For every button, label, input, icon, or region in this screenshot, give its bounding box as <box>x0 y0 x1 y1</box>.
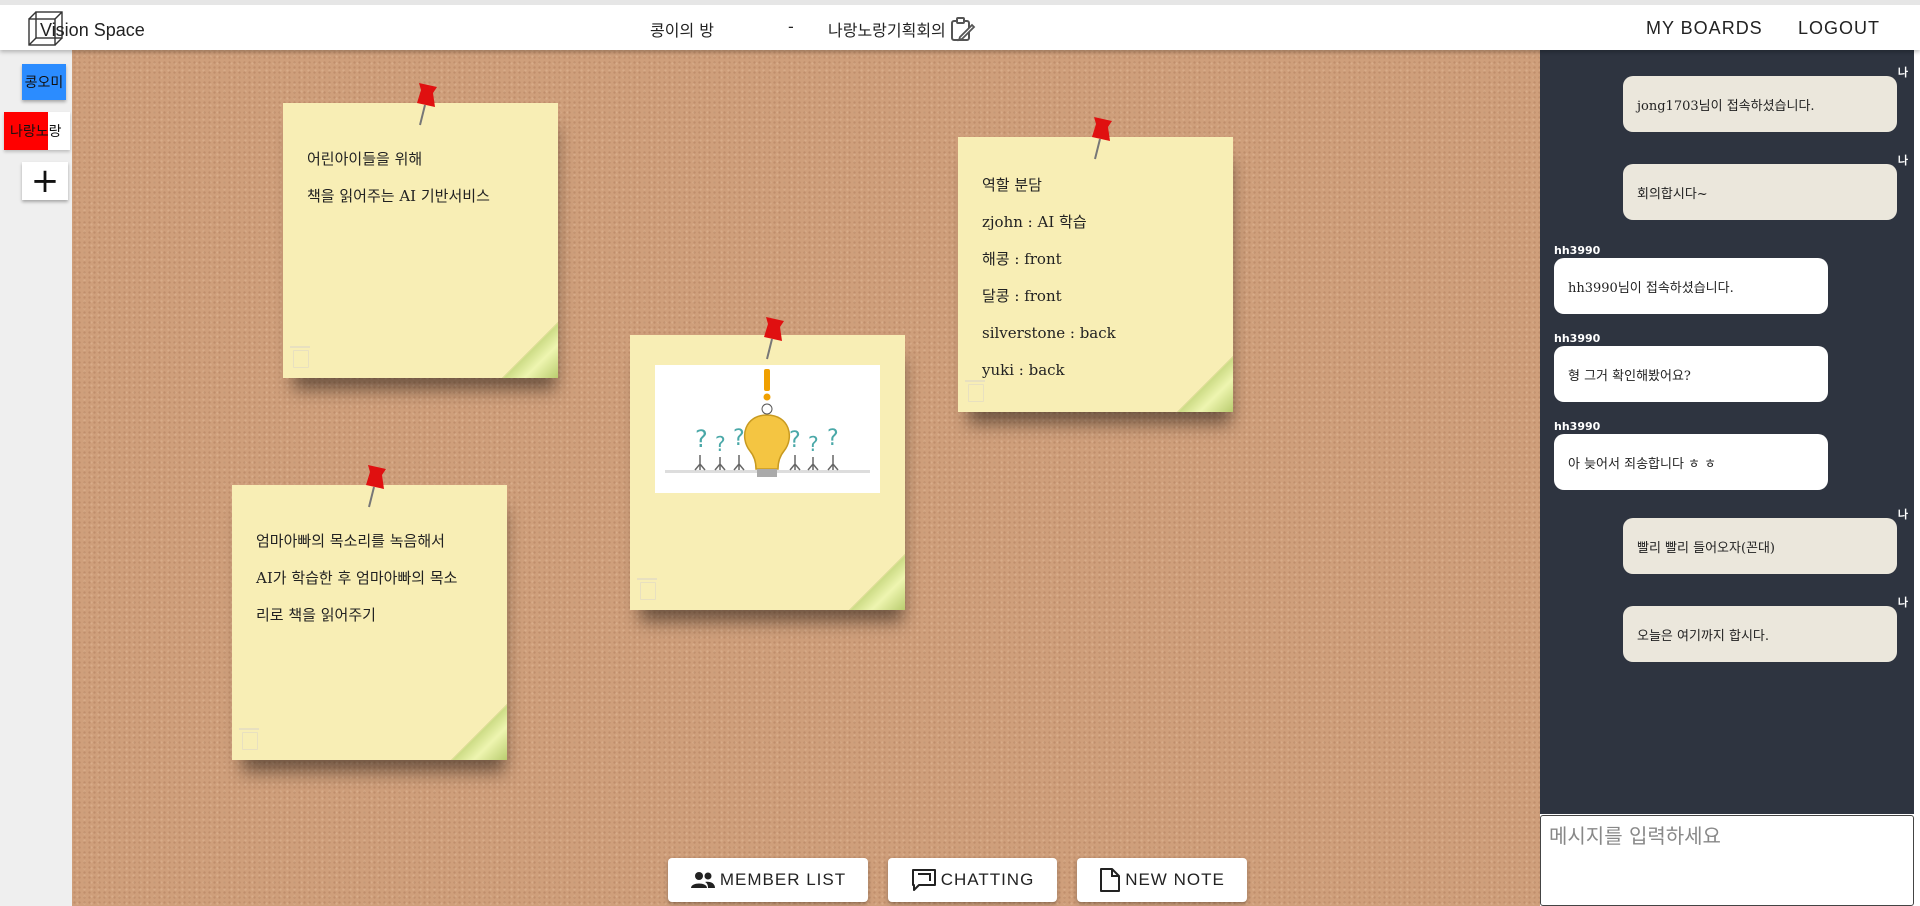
message-sender: hh3990 <box>1554 420 1601 433</box>
message-bubble: 빨리 빨리 들어오자(꼰대) <box>1623 518 1897 574</box>
message-bubble: hh3990님이 접속하셨습니다. <box>1554 258 1828 314</box>
room-sidebar: 콩오미 나랑노랑 + <box>0 50 72 906</box>
note-line: silverstone : back <box>982 324 1116 342</box>
message-sender: 나 <box>1897 596 1908 609</box>
logout-button[interactable]: LOGOUT <box>1798 18 1880 39</box>
message-sender: 나 <box>1897 66 1908 79</box>
note-line: 역할 분담 <box>982 176 1042 194</box>
svg-text:?: ? <box>808 432 819 456</box>
add-room-button[interactable]: + <box>22 162 68 200</box>
member-list-button[interactable]: MEMBER LIST <box>668 858 868 902</box>
note-text: 어린아이들을 위해 책을 읽어주는 AI 기반서비스 <box>307 141 542 215</box>
people-icon <box>690 872 715 888</box>
board-name: 나랑노랑기획회의 <box>828 21 946 40</box>
edit-clipboard-icon[interactable] <box>948 15 976 43</box>
pushpin-icon <box>366 465 386 508</box>
title-separator: - <box>788 17 794 36</box>
note-text: 엄마아빠의 목소리를 녹음해서 AI가 학습한 후 엄마아빠의 목소 리로 책을… <box>256 523 491 634</box>
pushpin-icon <box>764 317 784 360</box>
chatting-button[interactable]: CHATTING <box>888 858 1057 902</box>
new-note-button[interactable]: NEW NOTE <box>1077 858 1247 902</box>
pushpin-icon <box>1092 117 1112 160</box>
note-line: 책을 읽어주는 AI 기반서비스 <box>307 187 490 205</box>
page-curl <box>502 322 558 378</box>
note-line: 달콩 : front <box>982 287 1062 305</box>
note-line: yuki : back <box>982 361 1065 379</box>
page-curl <box>451 704 507 760</box>
note-text: 역할 분담 zjohn : AI 학습 해콩 : front 달콩 : fron… <box>982 167 1217 389</box>
room-name: 콩이의 방 <box>650 21 714 40</box>
sticky-note[interactable]: 역할 분담 zjohn : AI 학습 해콩 : front 달콩 : fron… <box>958 117 1233 412</box>
top-navbar: Vision Space 콩이의 방 - 나랑노랑기획회의 MY BOARDS … <box>0 0 1920 50</box>
svg-text:?: ? <box>789 428 801 453</box>
note-line: 엄마아빠의 목소리를 녹음해서 <box>256 532 445 550</box>
note-line: 어린아이들을 위해 <box>307 150 423 168</box>
message-bubble: 회의합시다~ <box>1623 164 1897 220</box>
note-line: zjohn : AI 학습 <box>982 213 1087 231</box>
trash-icon[interactable] <box>239 728 259 750</box>
sticky-note[interactable]: 엄마아빠의 목소리를 녹음해서 AI가 학습한 후 엄마아빠의 목소 리로 책을… <box>232 465 507 760</box>
message-sender: hh3990 <box>1554 332 1601 345</box>
message-bubble: 오늘은 여기까지 합시다. <box>1623 606 1897 662</box>
my-boards-button[interactable]: MY BOARDS <box>1646 18 1763 39</box>
new-note-label: NEW NOTE <box>1125 870 1225 889</box>
message-sender: 나 <box>1897 508 1908 521</box>
message-bubble: 형 그거 확인해봤어요? <box>1554 346 1828 402</box>
lightbulb-idea-image: ? ? ? ? ? ? <box>655 365 880 493</box>
message-bubble: jong1703님이 접속하셨습니다. <box>1623 76 1897 132</box>
logo-text: Vision Space <box>40 20 145 40</box>
trash-icon[interactable] <box>965 380 985 402</box>
image-note[interactable]: ? ? ? ? ? ? <box>630 317 905 610</box>
pushpin-icon <box>417 83 437 126</box>
chat-bubble-icon <box>911 869 936 891</box>
message-sender: 나 <box>1897 154 1908 167</box>
svg-text:?: ? <box>733 426 745 451</box>
trash-icon[interactable] <box>290 346 310 368</box>
svg-text:?: ? <box>715 432 726 456</box>
sticky-note[interactable]: 어린아이들을 위해 책을 읽어주는 AI 기반서비스 <box>283 83 558 378</box>
svg-text:?: ? <box>827 426 839 451</box>
message-sender: hh3990 <box>1554 244 1601 257</box>
chat-panel[interactable]: 나 jong1703님이 접속하셨습니다. 나 회의합시다~ hh3990 hh… <box>1540 50 1914 814</box>
member-list-label: MEMBER LIST <box>719 870 847 889</box>
room-tab-narangnorang[interactable]: 나랑노랑 <box>4 112 70 150</box>
chatting-label: CHATTING <box>940 870 1035 889</box>
note-line: 해콩 : front <box>982 250 1062 268</box>
message-bubble: 아 늦어서 죄송합니다 ㅎ ㅎ <box>1554 434 1828 490</box>
note-line: 리로 책을 읽어주기 <box>256 606 376 624</box>
new-document-icon <box>1100 868 1121 892</box>
room-tab-label: 나랑노랑 <box>10 124 62 140</box>
trash-icon[interactable] <box>637 578 657 600</box>
room-tab-kongomi[interactable]: 콩오미 <box>22 64 66 100</box>
room-tab-label: 콩오미 <box>24 75 64 91</box>
page-curl <box>849 554 905 610</box>
corkboard: 어린아이들을 위해 책을 읽어주는 AI 기반서비스 엄마아빠의 목소리를 녹음… <box>72 50 1540 906</box>
chat-input-box[interactable] <box>1540 815 1914 906</box>
svg-text:?: ? <box>695 425 708 453</box>
note-line: AI가 학습한 후 엄마아빠의 목소 <box>256 569 458 587</box>
chat-scrollbar[interactable] <box>1914 50 1920 906</box>
chat-message-input[interactable] <box>1541 816 1913 856</box>
